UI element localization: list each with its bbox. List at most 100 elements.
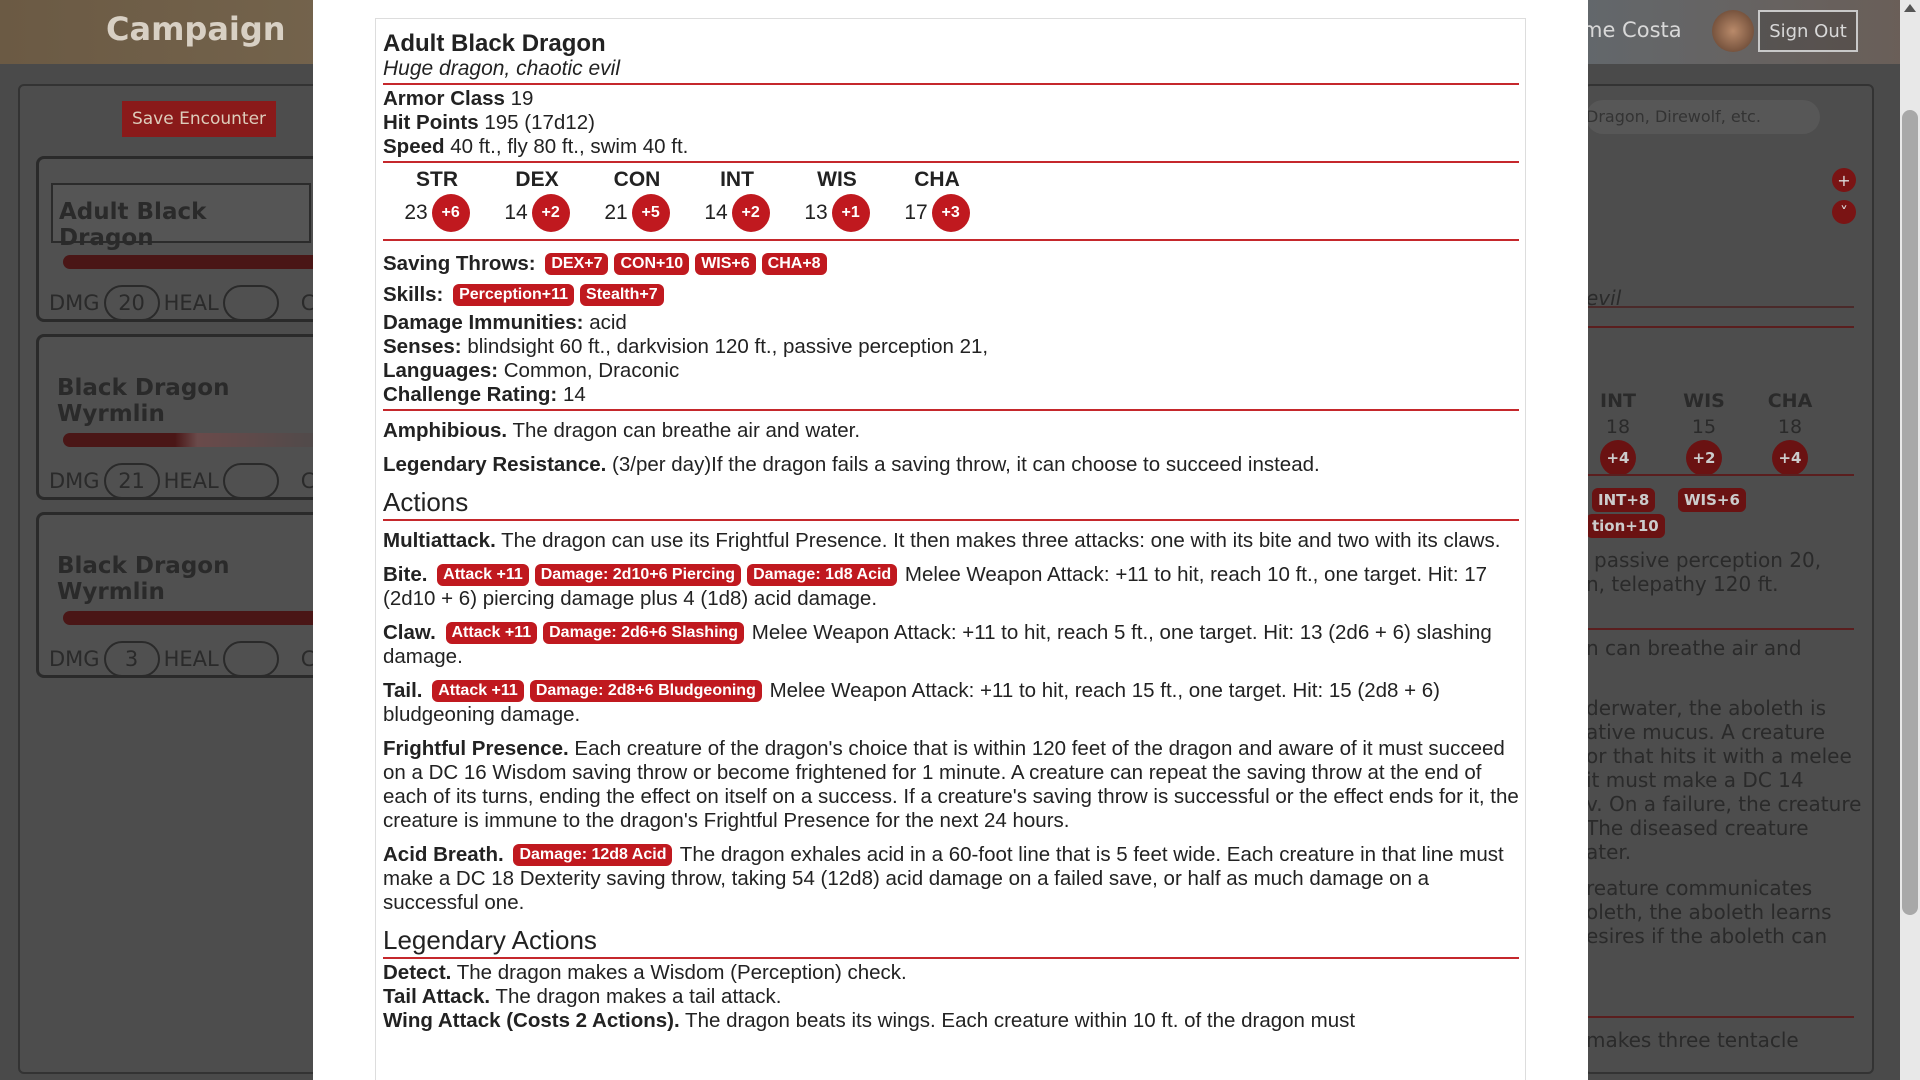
sign-out-button[interactable]: Sign Out: [1758, 10, 1858, 52]
ac-value: 19: [510, 87, 534, 110]
dmg-input[interactable]: 3: [103, 641, 160, 677]
save-badge[interactable]: WIS+6: [695, 253, 756, 275]
chevron-down-icon[interactable]: ˅: [1832, 200, 1856, 224]
ability-modifier: +4: [1772, 440, 1808, 476]
skill-badge: tion+10: [1586, 514, 1665, 538]
save-badge[interactable]: CHA+8: [761, 253, 827, 275]
attack-roll-badge[interactable]: Attack +11: [437, 564, 529, 586]
app-brand[interactable]: Campaign: [106, 10, 286, 48]
damage-roll-badge[interactable]: Damage: 12d8 Acid: [513, 844, 673, 866]
senses-row: Senses: blindsight 60 ft., darkvision 12…: [383, 335, 1519, 359]
skill-badge[interactable]: Perception+11: [453, 284, 575, 306]
trait-text: v. On a failure, the creature: [1586, 792, 1862, 816]
damage-roll-badge[interactable]: Damage: 2d6+6 Slashing: [543, 622, 745, 644]
hp-bar: [63, 255, 343, 269]
attack-roll-badge[interactable]: Attack +11: [445, 622, 538, 644]
action-text: makes three tentacle: [1586, 1028, 1799, 1052]
ability-name: CHA: [914, 168, 960, 191]
ability-modifier[interactable]: +6: [431, 194, 470, 232]
armor-class-row: Armor Class 19: [383, 87, 1519, 111]
speed-label: Speed: [383, 135, 445, 158]
encounter-name-input[interactable]: Black Dragon Wyrmlin: [51, 361, 311, 427]
speed-value: 40 ft., fly 80 ft., swim 40 ft.: [450, 135, 689, 158]
ability-cha: CHA: [1767, 390, 1813, 412]
senses-text: n, telepathy 120 ft.: [1586, 572, 1779, 596]
divider: [383, 519, 1519, 521]
ability-modifier[interactable]: +2: [731, 194, 770, 232]
hp-bar: [63, 433, 343, 447]
ability-modifier[interactable]: +3: [931, 194, 970, 232]
heal-label: HEAL: [163, 291, 219, 315]
monster-type: Huge dragon, chaotic evil: [383, 57, 620, 80]
stat-block: Adult Black Dragon Huge dragon, chaotic …: [375, 18, 1526, 1080]
saves-label: Saving Throws:: [383, 252, 536, 275]
divider: [383, 957, 1519, 959]
action-text: The dragon beats its wings. Each creatur…: [685, 1009, 1356, 1032]
hp-controls: DMG 20 HEAL CO: [49, 285, 332, 321]
monster-search-input[interactable]: Dragon, Direwolf, etc.: [1586, 100, 1820, 134]
heal-input[interactable]: [222, 641, 279, 677]
hp-controls: DMG 21 HEAL CO: [49, 463, 332, 499]
ability-modifier[interactable]: +1: [831, 194, 870, 232]
save-encounter-button[interactable]: Save Encounter: [122, 101, 276, 137]
ability-name: INT: [720, 168, 754, 191]
divider: [1586, 628, 1854, 630]
user-name: me Costa: [1582, 18, 1682, 42]
damage-roll-badge[interactable]: Damage: 2d8+6 Bludgeoning: [529, 680, 762, 702]
action-text: The dragon makes a Wisdom (Perception) c…: [456, 961, 907, 984]
ability-name: STR: [416, 168, 458, 191]
hit-points-row: Hit Points 195 (17d12): [383, 111, 1519, 135]
save-badge[interactable]: CON+10: [614, 253, 690, 275]
action-name: Multiattack.: [383, 529, 496, 552]
trait-name: Legendary Resistance.: [383, 453, 607, 476]
dmg-input[interactable]: 21: [103, 463, 160, 499]
immunities-value: acid: [589, 311, 627, 334]
attack-roll-badge[interactable]: Attack +11: [432, 680, 524, 702]
heal-input[interactable]: [222, 463, 279, 499]
trait-legendary-resistance: Legendary Resistance. (3/per day)If the …: [383, 453, 1519, 477]
ability-wis: WIS 13 +1: [787, 167, 887, 233]
encounter-card: Adult Black Dragon DMG 20 HEAL CO: [36, 156, 343, 322]
ability-modifier[interactable]: +2: [531, 194, 570, 232]
ability-wis: WIS: [1683, 390, 1725, 412]
monster-name: Adult Black Dragon: [383, 30, 606, 57]
damage-roll-badge[interactable]: Damage: 2d10+6 Piercing: [534, 564, 742, 586]
ability-score: 21: [604, 201, 628, 224]
save-badge[interactable]: DEX+7: [545, 253, 609, 275]
dmg-input[interactable]: 20: [103, 285, 160, 321]
trait-text: (3/per day)If the dragon fails a saving …: [612, 453, 1320, 476]
trait-text: ater.: [1586, 840, 1632, 864]
challenge-rating-row: Challenge Rating: 14: [383, 383, 1519, 407]
scroll-up-arrow-icon[interactable]: [1904, 4, 1916, 12]
legendary-actions-header: Legendary Actions: [383, 925, 597, 955]
skill-badge[interactable]: Stealth+7: [580, 284, 664, 306]
monster-detail-modal: Adult Black Dragon Huge dragon, chaotic …: [313, 0, 1588, 1080]
ability-score: 17: [904, 201, 928, 224]
ability-modifier[interactable]: +5: [631, 194, 670, 232]
divider: [1586, 306, 1854, 308]
ability-modifier: +4: [1600, 440, 1636, 476]
damage-roll-badge[interactable]: Damage: 1d8 Acid: [747, 564, 898, 586]
immunities-row: Damage Immunities: acid: [383, 311, 1519, 335]
action-text: The dragon makes a tail attack.: [495, 985, 782, 1008]
cr-label: Challenge Rating:: [383, 383, 558, 406]
action-name: Frightful Presence.: [383, 737, 569, 760]
hp-controls: DMG 3 HEAL CO: [49, 641, 332, 677]
monster-search-panel: Dragon, Direwolf, etc. + ˅ evil INT 18 +…: [1584, 84, 1874, 1074]
divider: [383, 161, 1519, 163]
ability-score: 18: [1605, 416, 1631, 438]
trait-amphibious: Amphibious. The dragon can breathe air a…: [383, 419, 1519, 443]
scrollbar-thumb[interactable]: [1902, 110, 1918, 915]
add-icon[interactable]: +: [1832, 168, 1856, 192]
immunities-label: Damage Immunities:: [383, 311, 584, 334]
action-name: Detect.: [383, 961, 452, 984]
heal-input[interactable]: [222, 285, 279, 321]
trait-text: reature communicates: [1586, 876, 1813, 900]
ability-score: 15: [1691, 416, 1717, 438]
avatar[interactable]: [1712, 10, 1754, 52]
heal-label: HEAL: [163, 469, 219, 493]
encounter-name-input[interactable]: Adult Black Dragon: [51, 183, 311, 251]
languages-value: Common, Draconic: [503, 359, 680, 382]
trait-text: derwater, the aboleth is: [1586, 696, 1826, 720]
encounter-name-input[interactable]: Black Dragon Wyrmlin: [51, 539, 311, 605]
